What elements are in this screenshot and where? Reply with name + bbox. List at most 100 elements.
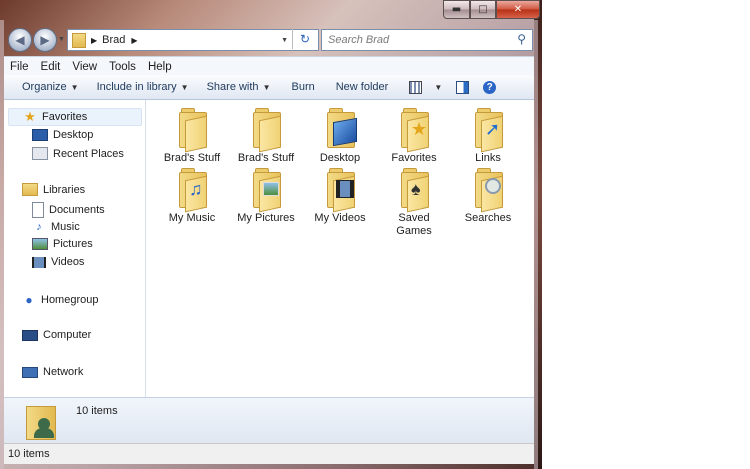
maximize-button[interactable]: □ [470,0,496,19]
folder-label: Desktop [319,152,361,164]
nav-computer[interactable]: Computer [22,329,91,341]
close-button[interactable]: ✕ [496,0,540,19]
details-item-count: 10 items [76,405,118,417]
view-icon [409,80,423,94]
preview-pane-button[interactable] [446,80,479,94]
share-with-button[interactable]: Share with ▼ [198,81,280,93]
folder-item[interactable]: Desktop [302,108,378,165]
menu-tools[interactable]: Tools [103,61,142,73]
folder-label: My Pictures [237,212,295,224]
include-in-library-label: Include in library [96,81,177,93]
computer-icon [22,329,38,341]
status-bar: 10 items [4,443,534,464]
videos-folder-icon [323,168,357,213]
command-bar: Organize ▼ Include in library ▼ Share wi… [4,75,534,100]
nav-libraries[interactable]: Libraries [22,183,85,196]
status-item-count: 10 items [8,448,50,460]
navigation-pane: ★ Favorites Desktop Recent Places Librar… [4,100,146,397]
chevron-down-icon: ▼ [262,82,271,92]
folder-item[interactable]: ♫ My Music [154,168,230,225]
music-folder-icon: ♫ [175,168,209,213]
nav-desktop-label: Desktop [53,129,94,141]
breadcrumb-brad[interactable]: Brad [102,34,125,46]
desktop-icon [32,129,48,141]
links-folder-icon: ➚ [471,108,505,153]
breadcrumb-separator-icon[interactable]: ▶ [91,36,97,45]
nav-recent-places-label: Recent Places [53,147,124,160]
organize-button[interactable]: Organize ▼ [4,81,88,93]
content-area: ★ Favorites Desktop Recent Places Librar… [4,100,534,397]
nav-music-label: Music [51,221,80,233]
folder-icon [249,108,283,153]
chevron-down-icon: ▼ [70,82,79,92]
star-icon: ★ [24,109,36,124]
folder-item[interactable]: Searches [450,168,526,225]
minimize-button[interactable]: ▬ [443,0,470,19]
nav-network[interactable]: Network [22,366,83,378]
include-in-library-button[interactable]: Include in library ▼ [88,81,198,93]
chevron-down-icon: ▼ [434,82,443,92]
searches-folder-icon [471,168,505,213]
folder-label: Brad's Stuff [163,152,221,164]
recent-pages-chevron-icon[interactable]: ▼ [58,36,65,43]
user-folder-icon [24,402,60,440]
folder-user-icon [72,32,86,48]
new-folder-label: New folder [335,81,389,93]
search-placeholder: Search Brad [328,34,390,46]
folder-label: Searches [464,212,512,224]
nav-documents-label: Documents [49,204,105,216]
pictures-folder-icon [249,168,283,213]
music-note-icon: ♪ [36,221,42,233]
nav-homegroup[interactable]: ● Homegroup [22,293,98,307]
nav-videos-label: Videos [51,256,85,268]
chevron-down-icon: ▼ [180,82,189,92]
folder-item[interactable]: ♠ Saved Games [376,168,452,238]
forward-button[interactable]: ▶ [33,28,57,52]
search-icon[interactable]: ⚲ [517,32,526,46]
folder-item[interactable]: Brad's Stuff [228,108,304,165]
folder-item[interactable]: ➚ Links [450,108,526,165]
change-view-button[interactable]: ▼ [405,80,446,94]
nav-pictures[interactable]: Pictures [32,238,93,250]
nav-favorites-label: Favorites [42,111,88,123]
nav-favorites[interactable]: ★ Favorites [8,108,142,126]
menu-file[interactable]: File [4,61,35,73]
back-button[interactable]: ◀ [8,28,32,52]
address-bar[interactable]: ▶ Brad ▶ ▼ [67,29,319,51]
new-folder-button[interactable]: New folder [327,81,398,93]
nav-recent-places[interactable]: Recent Places [32,147,124,160]
folder-item[interactable]: My Pictures [228,168,304,225]
folder-label: Links [475,152,501,164]
nav-computer-label: Computer [43,329,92,341]
back-arrow-icon: ◀ [15,33,25,47]
breadcrumb-chevron-icon[interactable]: ▶ [131,36,137,45]
caption-buttons: ▬ □ ✕ [443,0,540,19]
nav-pictures-label: Pictures [53,238,93,250]
details-pane: 10 items [4,397,534,444]
nav-videos[interactable]: Videos [32,256,84,268]
menu-edit[interactable]: Edit [35,61,67,73]
help-icon: ? [483,80,497,94]
address-dropdown-icon[interactable]: ▼ [281,37,288,44]
menu-help[interactable]: Help [142,61,178,73]
preview-pane-icon [456,80,470,94]
nav-desktop[interactable]: Desktop [32,129,93,141]
menu-bar: File Edit View Tools Help [4,56,534,76]
menu-view[interactable]: View [66,61,103,73]
nav-documents[interactable]: Documents [32,202,105,218]
folder-item[interactable]: Brad's Stuff [154,108,230,165]
desktop-folder-icon [323,108,357,148]
refresh-button[interactable]: ↻ [292,29,317,49]
explorer-window: ▬ □ ✕ ◀ ▶ ▼ ▶ Brad ▶ ▼ ↻ Search Brad ⚲ F… [0,0,540,469]
burn-button[interactable]: Burn [279,81,326,93]
nav-music[interactable]: ♪ Music [32,220,80,234]
folder-label: My Music [168,212,216,224]
refresh-icon: ↻ [299,32,311,46]
folder-icon [175,108,209,153]
folder-item[interactable]: My Videos [302,168,378,225]
help-button[interactable]: ? [479,80,500,94]
navigation-bar: ◀ ▶ ▼ ▶ Brad ▶ ▼ ↻ Search Brad ⚲ [0,24,538,56]
folder-item[interactable]: ★ Favorites [376,108,452,165]
recent-places-icon [32,147,48,160]
search-box[interactable]: Search Brad ⚲ [321,29,533,51]
